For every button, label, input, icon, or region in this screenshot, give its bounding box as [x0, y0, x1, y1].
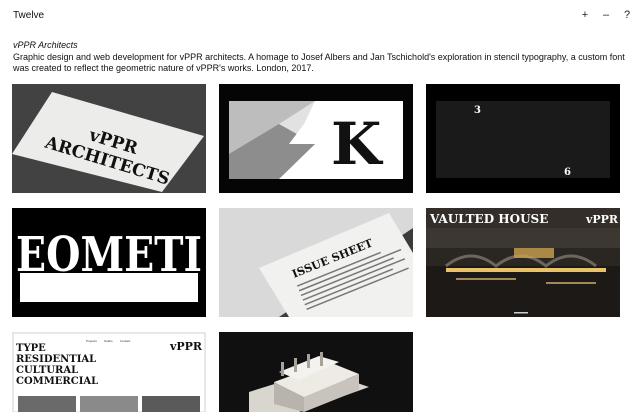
gallery-image-letter-k[interactable]: K — [219, 84, 413, 193]
website-home-image: Projects Studio Contact vPPR TYPE RESIDE… — [12, 332, 206, 412]
architectural-model-image — [219, 332, 413, 412]
gallery-image-issue-sheet[interactable]: ISSUE SHEET — [219, 208, 413, 317]
top-actions: + – ? — [580, 9, 632, 21]
site-logo: vPPR — [169, 340, 203, 353]
vaulted-house-image: VAULTED HOUSE vPPR — [426, 208, 620, 317]
geometric-type-image: EOMETI — [12, 208, 206, 317]
project-description: Graphic design and web development for v… — [13, 52, 625, 73]
gallery-image-architectural-model[interactable] — [219, 332, 413, 412]
issue-sheet-image: ISSUE SHEET — [219, 208, 413, 317]
gallery-image-numbers[interactable]: 3 6 — [426, 84, 620, 193]
project-title: vPPR Architects — [13, 40, 78, 50]
gallery-image-geometric-type[interactable]: EOMETI — [12, 208, 206, 317]
vaulted-house-title: VAULTED HOUSE — [429, 212, 548, 226]
big-letter-k: K — [331, 110, 384, 178]
minus-icon[interactable]: – — [601, 9, 611, 21]
letter-k-image: K — [219, 84, 413, 193]
site-nav-2: Studio — [104, 339, 113, 343]
site-line-2: RESIDENTIAL — [16, 354, 96, 365]
gallery-image-business-card[interactable]: vPPR ARCHITECTS — [12, 84, 206, 193]
project-intro: vPPR Architects Graphic design and web d… — [13, 40, 625, 74]
site-line-3: CULTURAL — [16, 365, 78, 376]
help-icon[interactable]: ? — [622, 9, 632, 21]
business-card-image: vPPR ARCHITECTS — [12, 84, 206, 193]
number-6: 6 — [564, 167, 571, 178]
numbers-image: 3 6 — [426, 84, 620, 193]
geometric-word: EOMETI — [16, 227, 202, 283]
site-nav-1: Projects — [86, 339, 97, 343]
vaulted-house-logo: vPPR — [585, 213, 619, 226]
gallery-image-vaulted-house[interactable]: VAULTED HOUSE vPPR — [426, 208, 620, 317]
site-nav-3: Contact — [120, 339, 131, 343]
gallery-image-website-home[interactable]: Projects Studio Contact vPPR TYPE RESIDE… — [12, 332, 206, 412]
site-line-4: COMMERCIAL — [16, 376, 98, 387]
plus-icon[interactable]: + — [580, 9, 590, 21]
number-3: 3 — [474, 105, 481, 116]
top-bar: Twelve + – ? — [0, 0, 640, 32]
site-title[interactable]: Twelve — [13, 10, 44, 21]
site-line-1: TYPE — [16, 343, 46, 354]
